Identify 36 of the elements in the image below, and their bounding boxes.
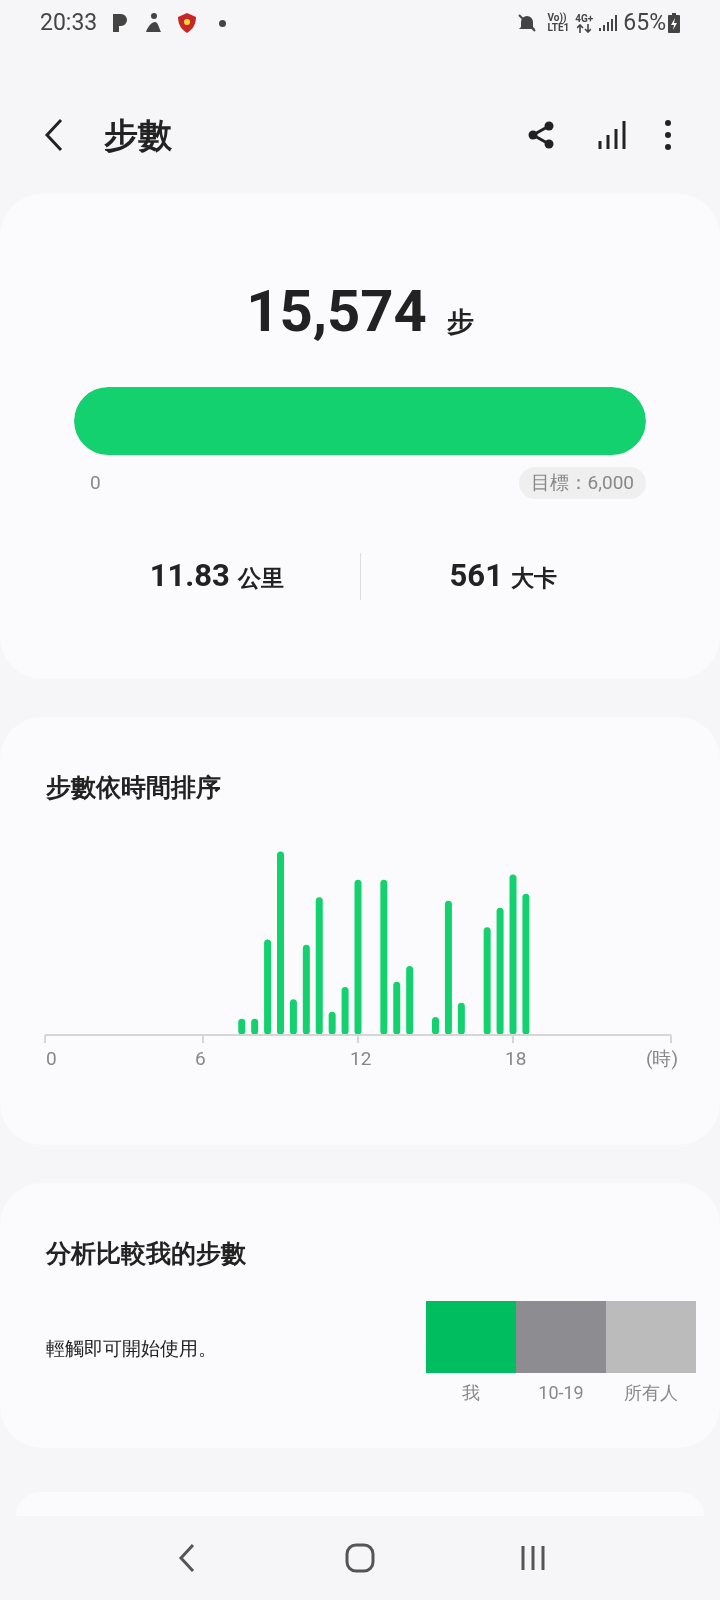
parking-icon — [111, 12, 130, 34]
share-icon — [526, 120, 556, 150]
battery-icon — [668, 13, 680, 33]
data-type-label: 4G+ — [575, 13, 594, 24]
bar-chart-icon — [597, 120, 629, 150]
data-arrows-icon — [577, 23, 592, 33]
axis-unit-label: (時) — [645, 1045, 678, 1072]
segment-label: 所有人 — [624, 1380, 678, 1405]
hint-text: 輕觸即可開始使用。 — [46, 1335, 218, 1362]
recents-icon — [519, 1544, 548, 1572]
clock: 20:33 — [40, 7, 98, 38]
axis-label: 6 — [195, 1045, 206, 1072]
section-title: 分析比較我的步數 — [46, 1238, 247, 1270]
progress-start-label: 0 — [90, 469, 101, 496]
stat-value: 11.83 公里 — [149, 556, 284, 596]
page-title: 步數 — [104, 113, 172, 157]
more-icon — [665, 120, 671, 150]
segment-label: 我 — [462, 1380, 480, 1405]
segment-label: 10-19 — [538, 1380, 584, 1405]
goal-label: 目標：6,000 — [518, 466, 646, 499]
stat-value: 561 大卡 — [449, 556, 557, 596]
battery-percent: 65% — [623, 7, 666, 38]
signal-icon — [599, 14, 618, 32]
back-icon — [177, 1543, 196, 1573]
step-unit: 步 — [446, 305, 474, 340]
back-icon — [44, 118, 64, 152]
axis-label: 18 — [505, 1045, 527, 1072]
axis-label: 0 — [46, 1045, 57, 1072]
section-title: 步數依時間排序 — [46, 772, 222, 804]
mute-icon — [517, 13, 538, 33]
figure-icon — [143, 12, 164, 34]
home-icon — [344, 1542, 376, 1574]
volte-label: Vo)) LTE1 — [547, 13, 570, 33]
shield-icon — [177, 12, 198, 34]
axis-label: 12 — [350, 1045, 372, 1072]
step-count: 15,574 — [246, 282, 427, 340]
